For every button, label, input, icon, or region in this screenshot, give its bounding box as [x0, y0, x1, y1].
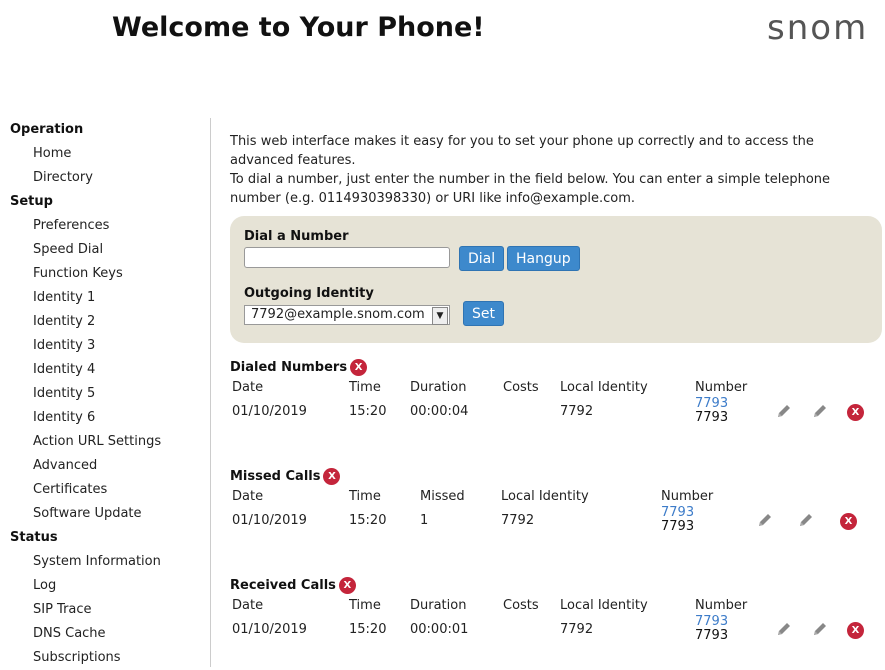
delete-entry-icon[interactable]: X: [840, 513, 857, 530]
intro-text: This web interface makes it easy for you…: [230, 132, 850, 208]
dial-label: Dial a Number: [244, 229, 349, 244]
col-header-number: Number: [695, 380, 748, 395]
col-header-missed: Missed: [420, 489, 465, 504]
outgoing-identity-select[interactable]: 7792@example.snom.com ▼: [244, 305, 450, 325]
col-header-number: Number: [695, 598, 748, 613]
sidebar-item-log[interactable]: Log: [10, 574, 200, 598]
dial-number-input[interactable]: [244, 247, 450, 268]
missed-calls-section: Missed Calls X Date Time Missed Local Ide…: [230, 467, 870, 534]
col-header-costs: Costs: [503, 598, 539, 613]
cell-local-identity: 7792: [560, 404, 594, 419]
cell-duration: 00:00:04: [410, 404, 469, 419]
col-header-time: Time: [349, 489, 381, 504]
section-title: Dialed Numbers X: [230, 358, 870, 378]
col-header-duration: Duration: [410, 380, 467, 395]
sidebar-item-speed-dial[interactable]: Speed Dial: [10, 238, 200, 262]
snom-logo: snom: [767, 8, 869, 48]
clear-dialed-icon[interactable]: X: [350, 359, 368, 376]
col-header-time: Time: [349, 380, 381, 395]
number-link[interactable]: 7793: [661, 505, 694, 520]
edit-pencil-icon[interactable]: [775, 402, 793, 424]
sidebar-item-software-update[interactable]: Software Update: [10, 502, 200, 526]
clear-missed-icon[interactable]: X: [323, 468, 341, 485]
intro-line: To dial a number, just enter the number …: [230, 172, 831, 187]
sidebar-item-subscriptions[interactable]: Subscriptions: [10, 646, 200, 670]
col-header-costs: Costs: [503, 380, 539, 395]
col-header-local-identity: Local Identity: [560, 380, 648, 395]
main-content: This web interface makes it easy for you…: [230, 132, 882, 643]
sidebar-item-identity-2[interactable]: Identity 2: [10, 310, 200, 334]
cell-number: 7793: [695, 410, 729, 425]
section-title: Missed Calls X: [230, 467, 870, 487]
dial-panel: Dial a Number Dial Hangup Outgoing Ident…: [230, 216, 882, 343]
cell-time: 15:20: [349, 404, 387, 419]
sidebar-item-home[interactable]: Home: [10, 142, 200, 166]
col-header-date: Date: [232, 380, 264, 395]
sidebar-item-preferences[interactable]: Preferences: [10, 214, 200, 238]
nav-heading-status: Status: [10, 530, 58, 545]
edit-pencil-icon[interactable]: [811, 402, 829, 424]
delete-entry-icon[interactable]: X: [847, 622, 864, 639]
number-link[interactable]: 7793: [695, 614, 728, 629]
intro-line: advanced features.: [230, 153, 356, 168]
nav-heading-operation: Operation: [10, 122, 84, 137]
sidebar-item-certificates[interactable]: Certificates: [10, 478, 200, 502]
edit-pencil-icon[interactable]: [775, 620, 793, 642]
sidebar-item-action-url-settings[interactable]: Action URL Settings: [10, 430, 200, 454]
sidebar-item-identity-4[interactable]: Identity 4: [10, 358, 200, 382]
edit-pencil-icon[interactable]: [811, 620, 829, 642]
sidebar-item-advanced[interactable]: Advanced: [10, 454, 200, 478]
page-title: Welcome to Your Phone!: [112, 12, 485, 43]
col-header-duration: Duration: [410, 598, 467, 613]
col-header-number: Number: [661, 489, 714, 504]
section-title: Received Calls X: [230, 576, 870, 596]
received-calls-section: Received Calls X Date Time Duration Costs…: [230, 576, 870, 643]
sidebar-divider: [210, 118, 211, 667]
cell-date: 01/10/2019: [232, 404, 307, 419]
edit-pencil-icon[interactable]: [756, 511, 774, 533]
clear-received-icon[interactable]: X: [338, 577, 356, 594]
sidebar-item-directory[interactable]: Directory: [10, 166, 200, 190]
cell-missed: 1: [420, 513, 429, 528]
cell-date: 01/10/2019: [232, 622, 307, 637]
col-header-local-identity: Local Identity: [560, 598, 648, 613]
dialed-title: Dialed Numbers: [230, 360, 348, 375]
cell-duration: 00:00:01: [410, 622, 469, 637]
nav-heading-setup: Setup: [10, 194, 53, 209]
cell-number: 7793: [695, 628, 729, 643]
col-header-date: Date: [232, 598, 264, 613]
col-header-date: Date: [232, 489, 264, 504]
sidebar-item-identity-6[interactable]: Identity 6: [10, 406, 200, 430]
hangup-button[interactable]: Hangup: [507, 246, 580, 271]
sidebar-item-system-information[interactable]: System Information: [10, 550, 200, 574]
cell-date: 01/10/2019: [232, 513, 307, 528]
edit-pencil-icon[interactable]: [797, 511, 815, 533]
delete-entry-icon[interactable]: X: [847, 404, 864, 421]
dialed-numbers-section: Dialed Numbers X Date Time Duration Costs…: [230, 358, 870, 425]
received-title: Received Calls: [230, 578, 336, 593]
sidebar-item-identity-3[interactable]: Identity 3: [10, 334, 200, 358]
cell-local-identity: 7792: [560, 622, 594, 637]
sidebar-nav: Operation Home Directory Setup Preferenc…: [10, 118, 200, 670]
identity-value: 7792@example.snom.com: [251, 307, 425, 322]
cell-number: 7793: [661, 519, 695, 534]
sidebar-item-dns-cache[interactable]: DNS Cache: [10, 622, 200, 646]
sidebar-item-identity-1[interactable]: Identity 1: [10, 286, 200, 310]
identity-label: Outgoing Identity: [244, 286, 374, 301]
sidebar-item-sip-trace[interactable]: SIP Trace: [10, 598, 200, 622]
sidebar-item-identity-5[interactable]: Identity 5: [10, 382, 200, 406]
cell-time: 15:20: [349, 513, 387, 528]
number-link[interactable]: 7793: [695, 396, 728, 411]
set-button[interactable]: Set: [463, 301, 504, 326]
col-header-local-identity: Local Identity: [501, 489, 589, 504]
intro-line: This web interface makes it easy for you…: [230, 134, 814, 149]
col-header-time: Time: [349, 598, 381, 613]
chevron-down-icon[interactable]: ▼: [432, 307, 448, 325]
cell-time: 15:20: [349, 622, 387, 637]
cell-local-identity: 7792: [501, 513, 535, 528]
dial-button[interactable]: Dial: [459, 246, 505, 271]
intro-line: number (e.g. 0114930398330) or URI like …: [230, 191, 636, 206]
missed-title: Missed Calls: [230, 469, 321, 484]
sidebar-item-function-keys[interactable]: Function Keys: [10, 262, 200, 286]
